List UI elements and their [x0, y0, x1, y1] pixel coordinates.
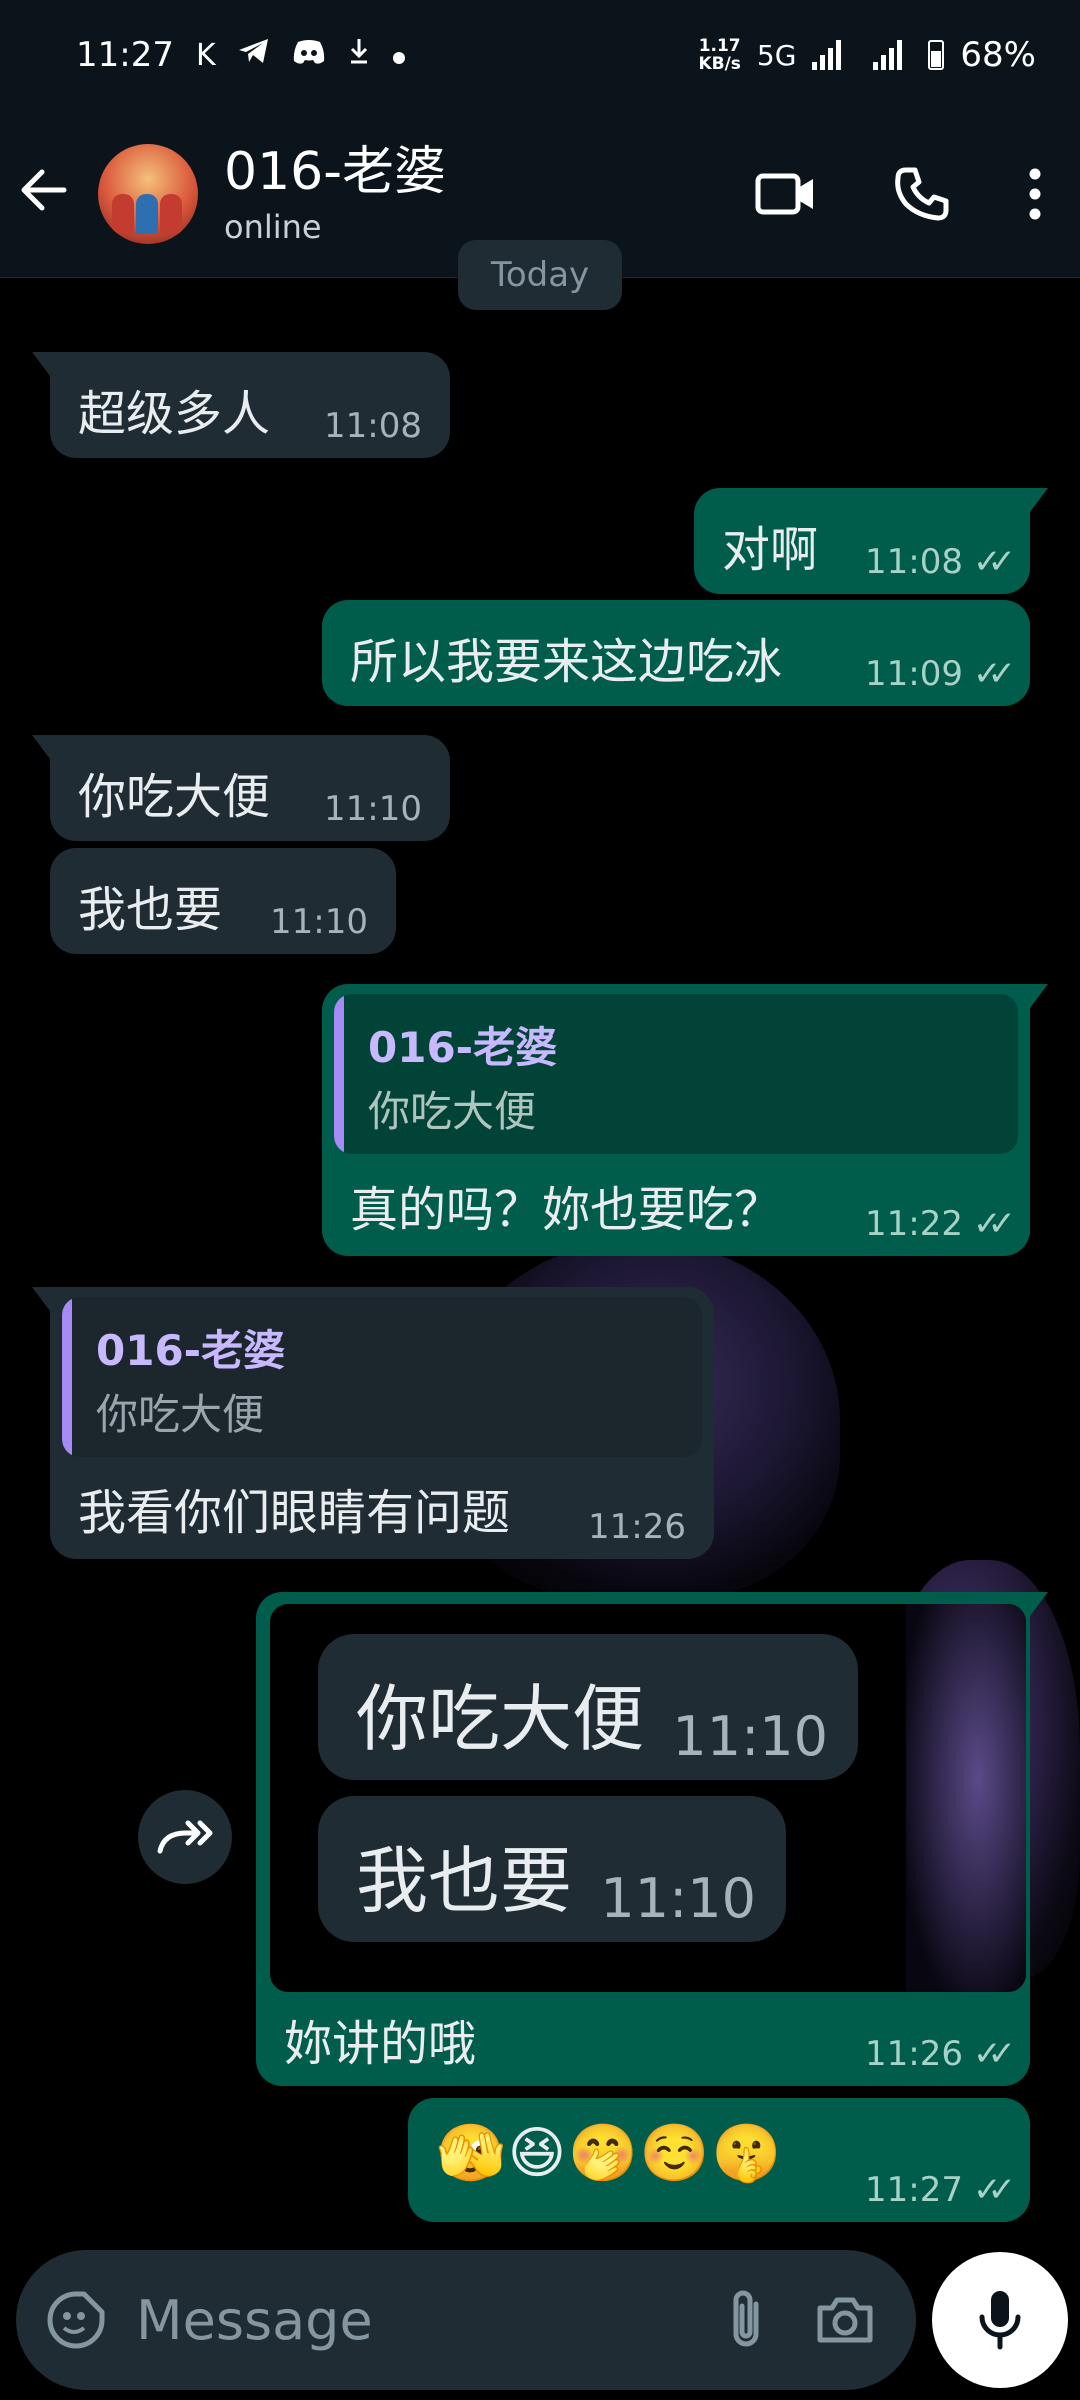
- forward-icon: [156, 1817, 214, 1857]
- back-arrow-icon[interactable]: [18, 161, 98, 226]
- message-time: 11:22: [865, 1204, 964, 1244]
- message-emoji: 🫣😆🤭☺️🤫: [436, 2121, 784, 2186]
- message-outgoing[interactable]: 所以我要来这边吃冰 11:09 ✓✓: [322, 600, 1030, 706]
- quote-text: 你吃大便: [96, 1390, 265, 1439]
- message-meta: 11:08 ✓✓: [865, 542, 1016, 582]
- image-bubble-time: 11:10: [672, 1705, 828, 1768]
- image-bubble: 你吃大便 11:10: [318, 1634, 858, 1780]
- message-outgoing-reply[interactable]: 016-老婆 你吃大便 真的吗？妳也要吃？ 11:22 ✓✓: [322, 984, 1048, 1256]
- quoted-message[interactable]: 016-老婆 你吃大便: [334, 994, 1018, 1154]
- message-text: 我也要: [78, 882, 223, 938]
- message-time: 11:27: [865, 2170, 964, 2210]
- sticker-icon[interactable]: [46, 2290, 106, 2350]
- quote-text: 你吃大便: [368, 1087, 537, 1136]
- message-time-value: 11:10: [324, 789, 422, 829]
- message-time: 11:26: [588, 1507, 686, 1547]
- message-text: 对啊: [722, 522, 819, 578]
- attach-icon[interactable]: [726, 2288, 766, 2352]
- read-ticks-icon: ✓✓: [973, 1204, 1016, 1244]
- message-meta: 11:27 ✓✓: [865, 2170, 1016, 2210]
- read-ticks-icon: ✓✓: [973, 2034, 1016, 2074]
- dot-icon: [392, 38, 406, 73]
- quote-author: 016-老婆: [368, 1023, 558, 1072]
- message-text: 超级多人: [78, 386, 271, 442]
- contact-name: 016-老婆: [224, 141, 447, 202]
- read-ticks-icon: ✓✓: [973, 542, 1016, 582]
- screenshot-image[interactable]: 你吃大便 11:10 我也要 11:10: [270, 1604, 1026, 1992]
- read-ticks-icon: ✓✓: [973, 654, 1016, 694]
- video-camera-icon: [755, 171, 817, 217]
- forward-button[interactable]: [138, 1790, 232, 1884]
- more-options-button[interactable]: [990, 168, 1080, 220]
- battery-icon: [928, 40, 945, 70]
- message-time: 11:08: [324, 406, 422, 446]
- message-incoming[interactable]: 你吃大便 11:10: [32, 735, 450, 841]
- discord-icon: [292, 38, 326, 73]
- message-outgoing[interactable]: 🫣😆🤭☺️🤫 11:27 ✓✓: [408, 2098, 1030, 2222]
- battery-percent: 68%: [960, 35, 1036, 75]
- message-text: 妳讲的哦: [284, 2016, 477, 2072]
- quoted-message[interactable]: 016-老婆 你吃大便: [62, 1297, 702, 1457]
- message-time-value: 11:10: [270, 902, 368, 942]
- read-ticks-icon: ✓✓: [973, 2170, 1016, 2210]
- status-time: 11:27: [76, 35, 174, 75]
- message-time-value: 11:08: [324, 406, 422, 446]
- message-incoming[interactable]: 超级多人 11:08: [32, 352, 450, 458]
- network-type: 5G: [756, 38, 797, 72]
- message-text: 你吃大便: [78, 769, 271, 825]
- voice-record-button[interactable]: [932, 2252, 1068, 2388]
- message-input-bar[interactable]: Message: [16, 2250, 916, 2390]
- image-bubble-text: 我也要: [356, 1839, 573, 1923]
- quote-bar: [62, 1297, 72, 1457]
- image-bubble: 我也要 11:10: [318, 1796, 786, 1942]
- message-time: 11:09: [865, 654, 964, 694]
- message-input[interactable]: Message: [136, 2289, 726, 2352]
- network-speed-unit: KB/s: [698, 54, 741, 74]
- signal-icon: [812, 40, 842, 70]
- message-time: 11:26: [865, 2034, 964, 2074]
- message-time: 11:08: [865, 542, 964, 582]
- avatar[interactable]: [98, 143, 198, 244]
- voice-call-button[interactable]: [854, 166, 990, 222]
- download-icon: [348, 37, 370, 73]
- contact-info[interactable]: 016-老婆 online: [224, 142, 718, 246]
- date-separator: Today: [458, 240, 622, 310]
- message-time-value: 11:26: [588, 1507, 686, 1547]
- message-time: 11:10: [270, 902, 368, 942]
- phone-icon: [894, 166, 950, 222]
- message-time: 11:10: [324, 789, 422, 829]
- quote-bar: [334, 994, 344, 1154]
- message-text: 我看你们眼睛有问题: [78, 1485, 511, 1541]
- message-outgoing-image[interactable]: 你吃大便 11:10 我也要 11:10 妳讲的哦 11:26 ✓✓: [256, 1592, 1048, 2086]
- image-jellyfish: [906, 1604, 1026, 1992]
- image-bubble-text: 你吃大便: [356, 1677, 645, 1761]
- message-text: 真的吗？妳也要吃？: [350, 1182, 783, 1238]
- k-app-icon: K: [195, 37, 216, 73]
- message-meta: 11:09 ✓✓: [865, 654, 1016, 694]
- message-meta: 11:26 ✓✓: [865, 2034, 1016, 2074]
- more-vertical-icon: [1029, 168, 1041, 220]
- microphone-icon: [978, 2289, 1022, 2351]
- image-bubble-time: 11:10: [600, 1867, 756, 1930]
- camera-icon[interactable]: [814, 2294, 876, 2346]
- network-speed-value: 1.17: [698, 36, 741, 56]
- message-meta: 11:22 ✓✓: [865, 1204, 1016, 1244]
- telegram-icon: [238, 37, 270, 73]
- network-speed: 1.17 KB/s: [698, 37, 740, 73]
- message-incoming[interactable]: 我也要 11:10: [50, 848, 396, 954]
- message-incoming-reply[interactable]: 016-老婆 你吃大便 我看你们眼睛有问题 11:26: [32, 1287, 714, 1559]
- signal-icon-2: [873, 40, 903, 70]
- quote-author: 016-老婆: [96, 1326, 286, 1375]
- status-bar: 11:27 K 1.17 KB/s 5G 68%: [0, 0, 1080, 110]
- message-text: 所以我要来这边吃冰: [350, 634, 783, 690]
- message-outgoing[interactable]: 对啊 11:08 ✓✓: [694, 488, 1048, 594]
- video-call-button[interactable]: [718, 171, 854, 217]
